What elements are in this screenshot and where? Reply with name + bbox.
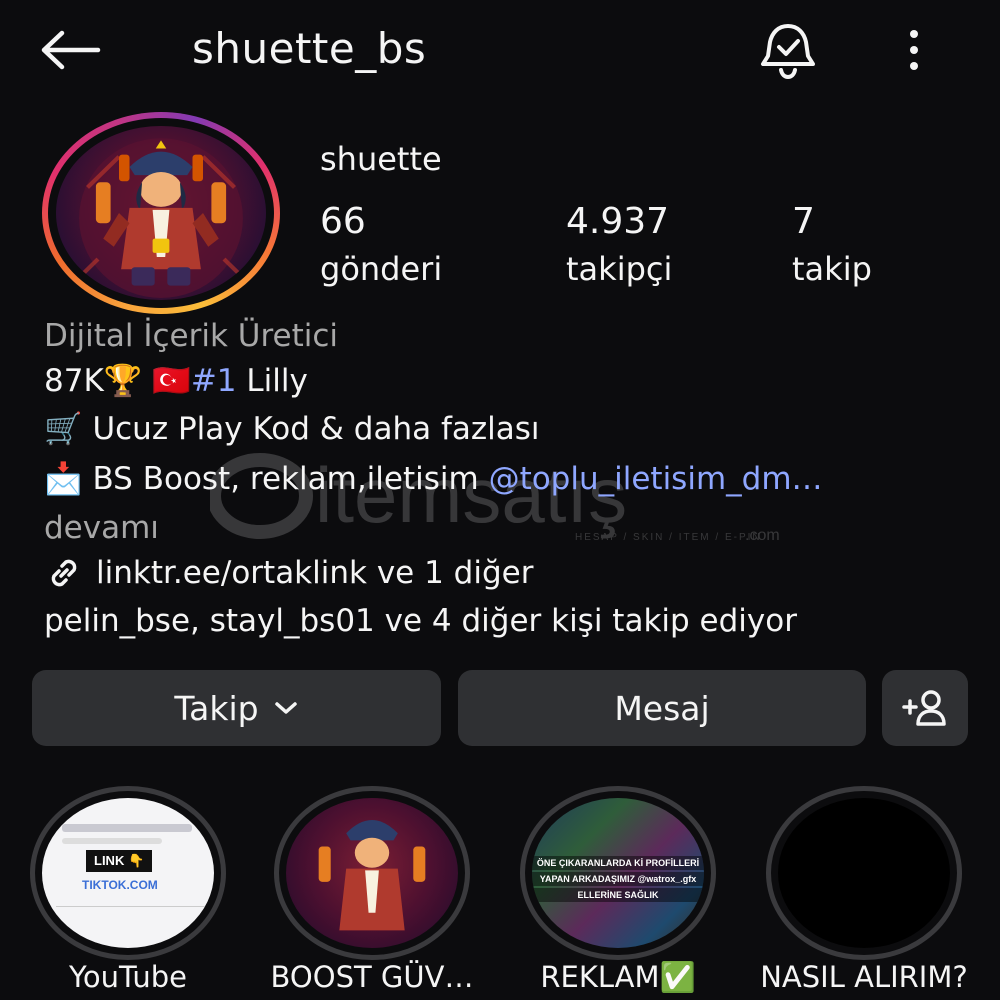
svg-text:.com: .com <box>745 527 780 542</box>
link-icon <box>51 559 77 587</box>
highlight-reklam[interactable]: ÖNE ÇIKARANLARDA Kİ PROFİLLERİ YAPAN ARK… <box>518 786 718 994</box>
bell-check-icon <box>761 24 815 80</box>
character-illustration <box>75 138 247 298</box>
posts-stat[interactable]: 66 gönderi <box>320 200 442 294</box>
bio-line-1: 87K🏆 🇹🇷#1 Lilly <box>44 363 308 399</box>
highlight-cover: LINK 👇 TIKTOK.COM <box>42 798 214 948</box>
chevron-down-icon <box>274 702 297 714</box>
highlight-cover-text: ÖNE ÇIKARANLARDA Kİ PROFİLLERİ <box>532 856 704 870</box>
following-label: takip <box>792 250 872 288</box>
display-name: shuette <box>320 140 442 178</box>
add-user-icon <box>902 690 946 726</box>
followed-by-text[interactable]: pelin_bse, stayl_bs01 ve 4 diğer kişi ta… <box>44 603 797 639</box>
mention-link[interactable]: @toplu_iletisim_dm… <box>489 461 823 497</box>
highlight-label: YouTube <box>69 960 187 994</box>
profile-avatar[interactable] <box>42 112 280 314</box>
arrow-left-icon <box>41 30 101 70</box>
more-vertical-icon <box>910 30 918 38</box>
message-button[interactable]: Mesaj <box>458 670 866 746</box>
followers-count: 4.937 <box>566 201 670 242</box>
highlight-nasil-alirim[interactable]: NASIL ALIRIM? <box>760 786 968 994</box>
highlight-cover <box>286 798 458 948</box>
bio-line-3: 📩 BS Boost, reklam,iletisim @toplu_ileti… <box>44 461 823 497</box>
highlight-cover-text: ELLERİNE SAĞLIK <box>532 888 704 902</box>
page-title: shuette_bs <box>192 24 427 73</box>
highlight-label: REKLAM✅ <box>540 960 696 994</box>
posts-label: gönderi <box>320 250 443 288</box>
back-button[interactable] <box>40 26 110 74</box>
following-count: 7 <box>792 201 815 242</box>
more-options-button[interactable] <box>896 24 932 76</box>
notifications-button[interactable] <box>756 18 820 82</box>
followers-label: takipçi <box>566 250 673 288</box>
follow-button[interactable]: Takip <box>32 670 441 746</box>
highlight-label: BOOST GÜV… <box>270 960 474 994</box>
svg-text:HESAP / SKIN / ITEM / E-PIN: HESAP / SKIN / ITEM / E-PIN <box>575 532 762 542</box>
top-bar: shuette_bs <box>0 0 1000 100</box>
avatar-image <box>56 126 266 300</box>
bio-more-link[interactable]: devamı <box>44 510 159 546</box>
highlight-boost[interactable]: BOOST GÜV… <box>271 786 473 994</box>
highlight-cover: ÖNE ÇIKARANLARDA Kİ PROFİLLERİ YAPAN ARK… <box>532 798 704 948</box>
highlight-label: NASIL ALIRIM? <box>760 960 968 994</box>
following-stat[interactable]: 7 takip <box>792 200 872 294</box>
suggest-users-button[interactable] <box>882 670 968 746</box>
highlight-youtube[interactable]: LINK 👇 TIKTOK.COM YouTube <box>28 786 228 994</box>
followers-stat[interactable]: 4.937 takipçi <box>566 200 672 294</box>
bio-line-2: 🛒 Ucuz Play Kod & daha fazlası <box>44 411 540 447</box>
profile-category: Dijital İçerik Üretici <box>44 318 339 354</box>
highlight-cover-text: TIKTOK.COM <box>82 878 158 892</box>
highlight-cover-text: YAPAN ARKADAŞIMIZ @watrox_.gfx <box>532 872 704 886</box>
hashtag-link[interactable]: #1 <box>191 363 237 399</box>
posts-count: 66 <box>320 201 366 242</box>
highlight-cover <box>778 798 950 948</box>
highlight-cover-text: LINK 👇 <box>86 850 153 872</box>
external-link[interactable]: linktr.ee/ortaklink ve 1 diğer <box>44 553 533 593</box>
